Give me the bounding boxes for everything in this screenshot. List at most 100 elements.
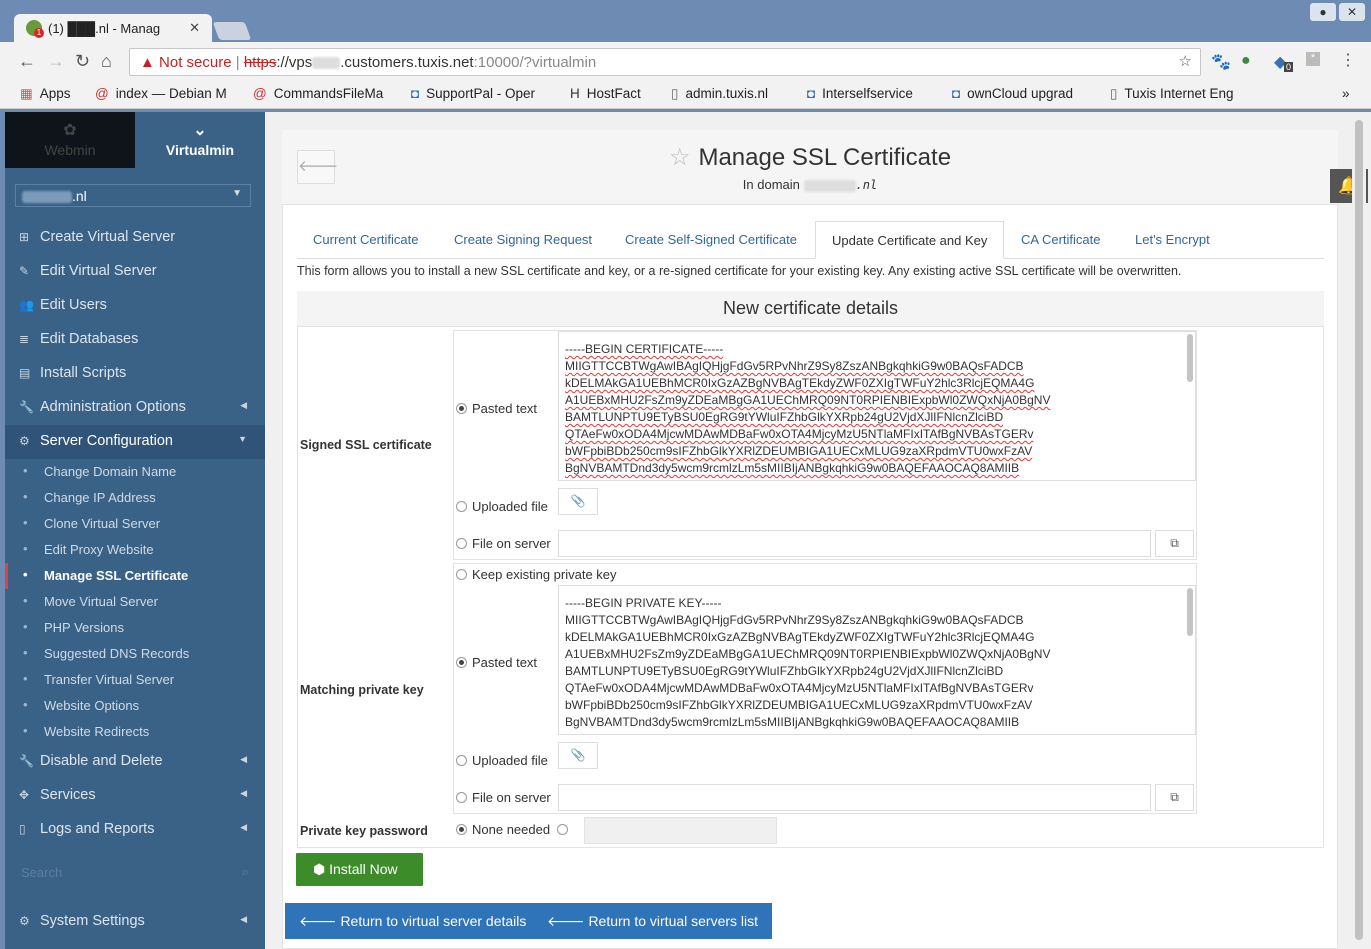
return-details-button[interactable]: 🡐 Return to virtual server details (285, 903, 541, 939)
form-description: This form allows you to install a new SS… (297, 264, 1182, 278)
bookmark-debian[interactable]: @ index — Debian M (95, 86, 227, 101)
tab-create-signing-request[interactable]: Create Signing Request (438, 221, 608, 259)
sidebar-subitem[interactable]: • Clone Virtual Server (5, 511, 265, 537)
services-icon: ✥ (19, 788, 30, 802)
browser-toolbar: ← → ↻ ⌂ ▲ Not secure | https://vps .custo… (0, 42, 1371, 80)
browser-tab[interactable]: 1 (1) ███.nl - Manag ✕ (14, 14, 212, 44)
scrollbar[interactable] (1187, 334, 1193, 382)
cert-server-radio[interactable]: File on server (456, 536, 551, 551)
bookmark-tuxis[interactable]: ▯ Tuxis Internet Eng (1110, 86, 1234, 102)
cert-pasted-radio[interactable]: Pasted text (456, 401, 537, 416)
password-input[interactable] (584, 817, 777, 844)
key-upload-radio[interactable]: Uploaded file (456, 753, 548, 768)
tab-update-certificate[interactable]: Update Certificate and Key (815, 221, 1005, 259)
password-custom-radio[interactable] (557, 822, 573, 837)
key-label: Matching private key (300, 683, 424, 697)
sidebar-subitem[interactable]: • Manage SSL Certificate (5, 563, 265, 589)
arrow-left-icon: 🡐 (547, 913, 585, 929)
scrollbar[interactable] (1187, 588, 1193, 636)
sidebar-subitem[interactable]: • Change Domain Name (5, 459, 265, 485)
key-pasted-radio[interactable]: Pasted text (456, 655, 537, 670)
plus-square-icon: ⊞ (19, 230, 30, 244)
bookmark-apps[interactable]: ▦ Apps (20, 86, 71, 102)
extension-icon[interactable]: * (1306, 52, 1320, 66)
paperclip-icon[interactable]: 📎 (558, 742, 598, 769)
key-textarea[interactable]: -----BEGIN PRIVATE KEY----- MIIGTTCCBTWg… (558, 585, 1196, 735)
key-server-path-input[interactable] (558, 784, 1151, 811)
file-chooser-icon[interactable]: ⧉ (1155, 530, 1194, 557)
cert-upload-radio[interactable]: Uploaded file (456, 499, 548, 514)
virtualmin-switch[interactable]: ⌄ Virtualmin (135, 112, 265, 168)
sidebar-item[interactable]: ✥ Services ◀ (5, 779, 265, 813)
page-scrollbar[interactable] (1352, 112, 1366, 949)
cube-icon: ⬢ (313, 861, 326, 877)
sidebar-subitem[interactable]: • Move Virtual Server (5, 589, 265, 615)
menu-icon[interactable]: ⋮ (1340, 50, 1356, 70)
back-icon[interactable]: ← (18, 51, 36, 72)
sidebar-item-system-settings[interactable]: ⚙ System Settings ◀ (5, 905, 265, 939)
cert-server-path-input[interactable] (558, 530, 1151, 557)
webmin-switch[interactable]: ✿ Webmin (5, 112, 135, 168)
url-host-suffix: .customers.tuxis.net (340, 54, 474, 71)
sidebar-item[interactable]: ⚙ Server Configuration ▼ (5, 425, 265, 459)
chevron-down-icon: ⌄ (193, 122, 207, 139)
close-tab-icon[interactable]: ✕ (189, 20, 200, 36)
sidebar: ✿ Webmin ⌄ Virtualmin .nl ▼ ⊞ Create Virtual… (5, 112, 265, 949)
close-window-icon[interactable]: ✕ (1339, 3, 1365, 21)
tab-create-self-signed[interactable]: Create Self-Signed Certificate (609, 221, 813, 259)
search-input[interactable]: Search ⌕ (15, 862, 255, 884)
sidebar-item[interactable]: ▯ Logs and Reports ◀ (5, 813, 265, 847)
star-icon[interactable]: ☆ (669, 144, 691, 171)
url-scheme: https (243, 54, 277, 71)
bullet-icon: • (23, 593, 28, 608)
sidebar-item[interactable]: ⊞ Create Virtual Server (5, 221, 265, 255)
cert-textarea[interactable]: -----BEGIN CERTIFICATE----- MIIGTTCCBTWg… (558, 331, 1196, 481)
bookmark-interselfservice[interactable]: ◘ Interselfservice (807, 86, 913, 101)
back-button[interactable]: 🡐 (297, 150, 338, 184)
password-none-radio[interactable]: None needed (456, 822, 550, 837)
bookmark-supportpal[interactable]: ◘ SupportPal - Oper (411, 86, 535, 101)
caret-left-icon: ◀ (240, 788, 247, 798)
bookmark-hostfact[interactable]: H HostFact (570, 86, 641, 101)
sidebar-item[interactable]: ✎ Edit Virtual Server (5, 255, 265, 289)
sidebar-item[interactable]: 🔧 Disable and Delete ◀ (5, 745, 265, 779)
reload-icon[interactable]: ↻ (75, 51, 90, 72)
key-keep-radio[interactable]: Keep existing private key (456, 567, 617, 582)
more-bookmarks-icon[interactable]: » (1342, 86, 1350, 101)
domain-select[interactable]: .nl ▼ (15, 184, 251, 207)
profile-icon[interactable]: ● (1310, 3, 1336, 21)
sidebar-subitem[interactable]: • Suggested DNS Records (5, 641, 265, 667)
sidebar-subitem[interactable]: • Change IP Address (5, 485, 265, 511)
home-icon[interactable]: ⌂ (101, 51, 112, 72)
bookmark-commands[interactable]: @ CommandsFileMa (253, 86, 383, 101)
install-now-button[interactable]: ⬢ Install Now (296, 853, 423, 886)
new-tab-button[interactable] (212, 22, 252, 40)
sidebar-subitem[interactable]: • Transfer Virtual Server (5, 667, 265, 693)
browser-tab-bar: 1 (1) ███.nl - Manag ✕ ● ✕ (0, 0, 1371, 44)
wrench-icon: 🔧 (19, 400, 34, 414)
file-chooser-icon[interactable]: ⧉ (1155, 784, 1194, 811)
sidebar-item[interactable]: ▤ Install Scripts (5, 357, 265, 391)
sidebar-subitem[interactable]: • Website Options (5, 693, 265, 719)
return-list-button[interactable]: 🡐 Return to virtual servers list (533, 903, 773, 939)
sidebar-item[interactable]: 👥 Edit Users (5, 289, 265, 323)
bookmark-admin[interactable]: ▯ admin.tuxis.nl (671, 86, 768, 102)
sidebar-subitem[interactable]: • Edit Proxy Website (5, 537, 265, 563)
extension-globe-icon[interactable]: ● (1241, 52, 1251, 70)
sidebar-subitem[interactable]: • PHP Versions (5, 615, 265, 641)
tab-ca-certificate[interactable]: CA Certificate (1005, 221, 1116, 259)
forward-icon[interactable]: → (47, 51, 65, 72)
bookmark-star-icon[interactable]: ☆ (1179, 52, 1192, 70)
key-server-radio[interactable]: File on server (456, 790, 551, 805)
bookmark-owncloud[interactable]: ◘ ownCloud upgrad (952, 86, 1073, 101)
sidebar-item[interactable]: ≣ Edit Databases (5, 323, 265, 357)
extension-paw-icon[interactable]: 🐾 (1211, 52, 1231, 72)
bullet-icon: • (23, 463, 28, 478)
paperclip-icon[interactable]: 📎 (558, 488, 598, 515)
tab-current-certificate[interactable]: Current Certificate (297, 221, 434, 259)
sidebar-subitem[interactable]: • Website Redirects (5, 719, 265, 745)
address-bar[interactable]: ▲ Not secure | https://vps .customers.tux… (129, 48, 1201, 76)
tab-lets-encrypt[interactable]: Let's Encrypt (1119, 221, 1226, 259)
scrollbar-thumb[interactable] (1355, 120, 1363, 940)
sidebar-item[interactable]: 🔧 Administration Options ◀ (5, 391, 265, 425)
